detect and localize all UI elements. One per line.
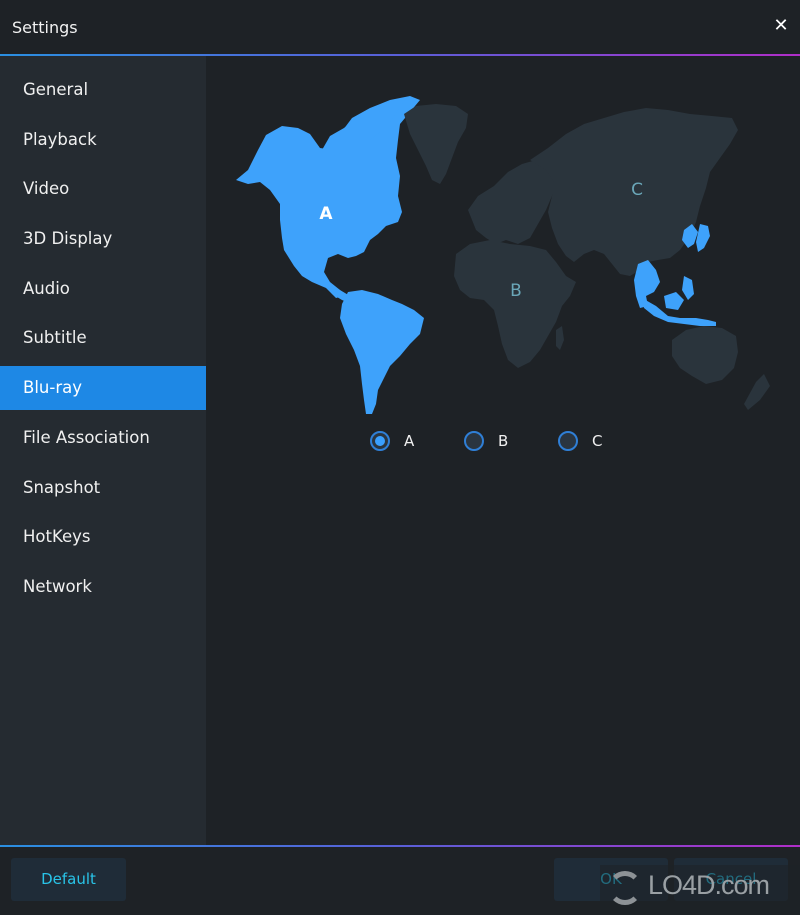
sidebar-item-subtitle[interactable]: Subtitle — [0, 316, 206, 360]
region-b-new-zealand[interactable] — [744, 374, 770, 410]
region-b-label: B — [510, 281, 522, 301]
region-a-label: A — [319, 204, 333, 224]
region-a-radio[interactable]: A — [370, 430, 450, 452]
sidebar-item-network[interactable]: Network — [0, 565, 206, 609]
radio-checked-icon[interactable] — [370, 431, 390, 451]
close-icon[interactable]: ✕ — [772, 16, 790, 36]
region-b-australia[interactable] — [672, 326, 738, 384]
region-b-africa[interactable] — [454, 240, 576, 368]
radio-dot — [375, 436, 385, 446]
blu-ray-settings-panel: A B C A B C — [206, 56, 800, 845]
region-b-greenland[interactable] — [404, 104, 468, 184]
sidebar-item-blu-ray[interactable]: Blu-ray — [0, 366, 206, 410]
region-b-europe[interactable] — [468, 160, 556, 244]
region-c-radio-label: C — [592, 432, 603, 450]
radio-unchecked-icon[interactable] — [558, 431, 578, 451]
watermark-text: LO4D.com — [648, 870, 770, 900]
settings-sidebar: General Playback Video 3D Display Audio … — [0, 56, 206, 845]
region-a-north-america[interactable] — [236, 96, 420, 298]
region-a-southeast-asia[interactable] — [634, 260, 660, 308]
watermark: LO4D.com — [600, 865, 800, 915]
region-b-madagascar[interactable] — [556, 326, 564, 350]
sidebar-item-playback[interactable]: Playback — [0, 118, 206, 162]
sidebar-item-video[interactable]: Video — [0, 167, 206, 211]
sidebar-item-general[interactable]: General — [0, 68, 206, 112]
sidebar-item-hotkeys[interactable]: HotKeys — [0, 515, 206, 559]
region-radio-group: A B C — [206, 430, 800, 452]
region-a-south-america[interactable] — [340, 290, 424, 414]
region-world-map: A B C — [236, 96, 770, 414]
sidebar-item-snapshot[interactable]: Snapshot — [0, 466, 206, 510]
default-button[interactable]: Default — [11, 858, 126, 901]
title-bar: Settings ✕ — [0, 0, 800, 54]
region-a-radio-label: A — [404, 432, 415, 450]
sidebar-item-3d-display[interactable]: 3D Display — [0, 217, 206, 261]
region-b-radio[interactable]: B — [464, 430, 544, 452]
region-b-radio-label: B — [498, 432, 509, 450]
sidebar-item-file-association[interactable]: File Association — [0, 416, 206, 460]
region-c-radio[interactable]: C — [558, 430, 638, 452]
window-title: Settings — [12, 18, 78, 37]
region-c-label: C — [631, 180, 643, 200]
watermark-logo-icon — [608, 871, 642, 905]
sidebar-item-audio[interactable]: Audio — [0, 267, 206, 311]
radio-unchecked-icon[interactable] — [464, 431, 484, 451]
